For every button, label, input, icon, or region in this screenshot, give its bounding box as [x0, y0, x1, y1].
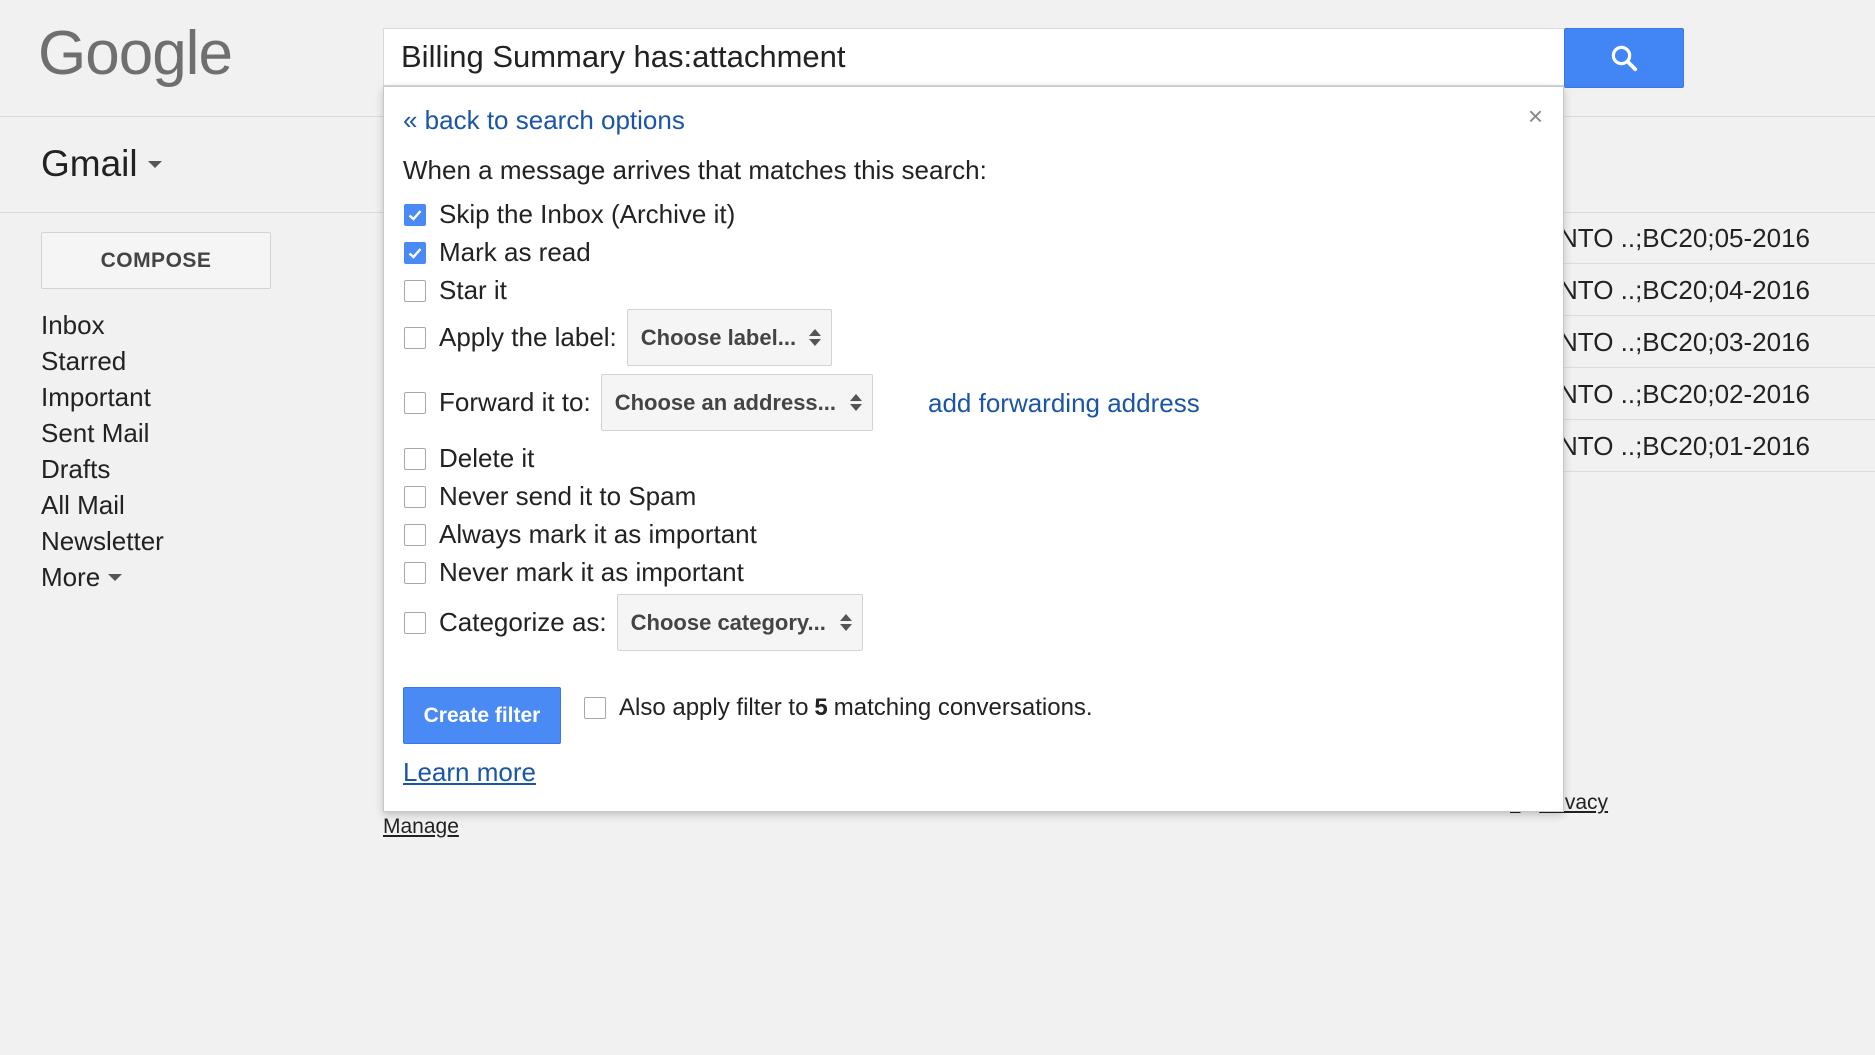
choose-address-select[interactable]: Choose an address...: [600, 374, 873, 431]
sidebar-item-newsletter[interactable]: Newsletter: [41, 523, 164, 559]
table-row[interactable]: NTO ..;BC20;05-2016: [1564, 212, 1875, 264]
choose-category-select[interactable]: Choose category...: [616, 594, 863, 651]
google-logo[interactable]: Google: [38, 18, 233, 89]
compose-button[interactable]: COMPOSE: [41, 232, 271, 289]
skip-inbox-option[interactable]: Skip the Inbox (Archive it): [404, 199, 735, 230]
table-row[interactable]: NTO ..;BC20;02-2016: [1564, 368, 1875, 420]
learn-more-link[interactable]: Learn more: [403, 757, 536, 788]
message-subject: NTO ..;BC20;05-2016: [1564, 223, 1810, 253]
chevron-down-icon: [108, 573, 123, 581]
search-input[interactable]: Billing Summary has:attachment: [383, 28, 1564, 86]
close-icon[interactable]: ×: [1528, 101, 1543, 132]
sidebar-item-starred[interactable]: Starred: [41, 343, 164, 379]
always-important-option[interactable]: Always mark it as important: [404, 519, 757, 550]
select-arrows-icon: [849, 394, 862, 411]
mark-read-label: Mark as read: [439, 237, 591, 267]
always-important-checkbox[interactable]: [404, 523, 426, 546]
delete-label: Delete it: [439, 443, 535, 473]
never-spam-option[interactable]: Never send it to Spam: [404, 481, 696, 512]
forward-option: Forward it to: Choose an address...: [404, 374, 873, 431]
categorize-checkbox[interactable]: [404, 611, 426, 634]
apply-label-option: Apply the label: Choose label...: [404, 309, 832, 366]
back-to-search-options-link[interactable]: « back to search options: [403, 105, 685, 136]
never-spam-checkbox[interactable]: [404, 485, 426, 508]
categorize-label: Categorize as:: [439, 607, 607, 637]
check-icon: [408, 209, 422, 221]
message-subject: NTO ..;BC20;03-2016: [1564, 327, 1810, 357]
never-important-label: Never mark it as important: [439, 557, 744, 587]
message-subject: NTO ..;BC20;04-2016: [1564, 275, 1810, 305]
message-subject: NTO ..;BC20;01-2016: [1564, 431, 1810, 461]
select-arrows-icon: [808, 329, 821, 346]
mark-read-checkbox[interactable]: [404, 241, 426, 264]
select-arrows-icon: [839, 614, 852, 631]
check-icon: [408, 247, 422, 259]
sidebar-item-sent-mail[interactable]: Sent Mail: [41, 415, 164, 451]
sidebar-item-more[interactable]: More: [41, 559, 164, 595]
add-forwarding-address-link[interactable]: add forwarding address: [928, 388, 1200, 419]
choose-address-value: Choose an address...: [614, 389, 837, 415]
table-row[interactable]: NTO ..;BC20;04-2016: [1564, 264, 1875, 316]
filter-heading: When a message arrives that matches this…: [403, 155, 987, 185]
forward-label: Forward it to:: [439, 387, 591, 417]
message-subject: NTO ..;BC20;02-2016: [1564, 379, 1810, 409]
sidebar-item-drafts[interactable]: Drafts: [41, 451, 164, 487]
apply-label-label: Apply the label:: [439, 322, 617, 352]
mark-read-option[interactable]: Mark as read: [404, 237, 591, 268]
create-filter-button[interactable]: Create filter: [403, 687, 561, 744]
skip-inbox-checkbox[interactable]: [404, 203, 426, 226]
never-important-option[interactable]: Never mark it as important: [404, 557, 744, 588]
always-important-label: Always mark it as important: [439, 519, 757, 549]
categorize-option: Categorize as: Choose category...: [404, 594, 863, 651]
delete-checkbox[interactable]: [404, 447, 426, 470]
choose-label-value: Choose label...: [640, 324, 797, 350]
apply-label-checkbox[interactable]: [404, 326, 426, 349]
star-option[interactable]: Star it: [404, 275, 507, 306]
choose-label-select[interactable]: Choose label...: [626, 309, 832, 366]
sidebar-item-all-mail[interactable]: All Mail: [41, 487, 164, 523]
table-row[interactable]: NTO ..;BC20;01-2016: [1564, 420, 1875, 472]
table-row[interactable]: NTO ..;BC20;03-2016: [1564, 316, 1875, 368]
also-apply-option[interactable]: Also apply filter to 5 matching conversa…: [584, 694, 1093, 722]
gmail-menu[interactable]: Gmail: [41, 143, 162, 185]
skip-inbox-label: Skip the Inbox (Archive it): [439, 199, 736, 229]
never-important-checkbox[interactable]: [404, 561, 426, 584]
manage-link[interactable]: Manage: [383, 815, 459, 839]
sidebar-item-label: More: [41, 562, 101, 592]
sidebar-item-inbox[interactable]: Inbox: [41, 307, 164, 343]
search-button[interactable]: [1564, 28, 1684, 88]
also-apply-prefix: Also apply filter to: [619, 694, 809, 721]
also-apply-suffix: matching conversations.: [833, 694, 1093, 721]
star-checkbox[interactable]: [404, 279, 426, 302]
star-label: Star it: [439, 275, 507, 305]
chevron-down-icon: [147, 160, 162, 168]
create-filter-panel: « back to search options × When a messag…: [383, 86, 1564, 812]
search-icon: [1611, 45, 1638, 72]
never-spam-label: Never send it to Spam: [439, 481, 697, 511]
forward-checkbox[interactable]: [404, 391, 426, 414]
also-apply-checkbox[interactable]: [584, 697, 606, 719]
sidebar-item-important[interactable]: Important: [41, 379, 164, 415]
sidebar-nav: Inbox Starred Important Sent Mail Drafts…: [41, 307, 164, 595]
choose-category-value: Choose category...: [630, 609, 826, 635]
delete-option[interactable]: Delete it: [404, 443, 534, 474]
matching-count: 5: [814, 694, 828, 721]
app-name: Gmail: [41, 143, 138, 184]
